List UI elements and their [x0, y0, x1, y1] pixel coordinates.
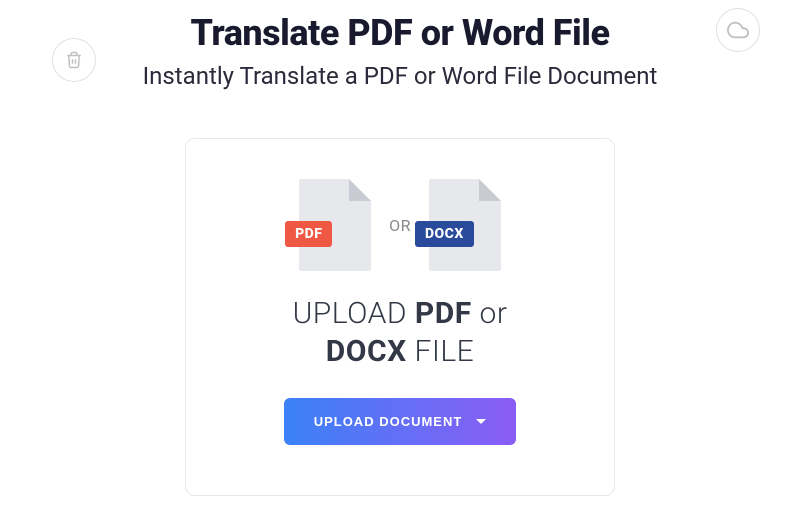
upload-pdf-word: PDF — [415, 296, 472, 331]
file-fold — [349, 179, 371, 201]
upload-docx-word: DOCX — [326, 334, 407, 369]
upload-document-button[interactable]: UPLOAD DOCUMENT — [284, 398, 517, 445]
upload-mid: or — [472, 296, 508, 331]
file-icons-row: PDF OR DOCX — [216, 179, 584, 271]
chevron-down-icon — [476, 419, 486, 424]
trash-icon — [65, 51, 83, 69]
page-subtitle: Instantly Translate a PDF or Word File D… — [0, 62, 800, 90]
pdf-file-icon: PDF — [299, 179, 371, 271]
upload-suffix: FILE — [407, 334, 475, 369]
or-label: OR — [389, 216, 411, 235]
trash-button[interactable] — [52, 38, 96, 82]
upload-prefix: UPLOAD — [293, 296, 415, 331]
upload-card: PDF OR DOCX UPLOAD PDF or DOCX FILE UPLO… — [185, 138, 615, 496]
docx-file-icon: DOCX — [429, 179, 501, 271]
upload-button-label: UPLOAD DOCUMENT — [314, 414, 463, 429]
cloud-icon — [727, 19, 749, 41]
cloud-button[interactable] — [716, 8, 760, 52]
pdf-badge: PDF — [285, 221, 332, 247]
docx-badge: DOCX — [415, 221, 474, 247]
page-title: Translate PDF or Word File — [0, 12, 800, 54]
file-fold — [479, 179, 501, 201]
page-header: Translate PDF or Word File Instantly Tra… — [0, 0, 800, 90]
upload-text: UPLOAD PDF or DOCX FILE — [216, 295, 584, 370]
